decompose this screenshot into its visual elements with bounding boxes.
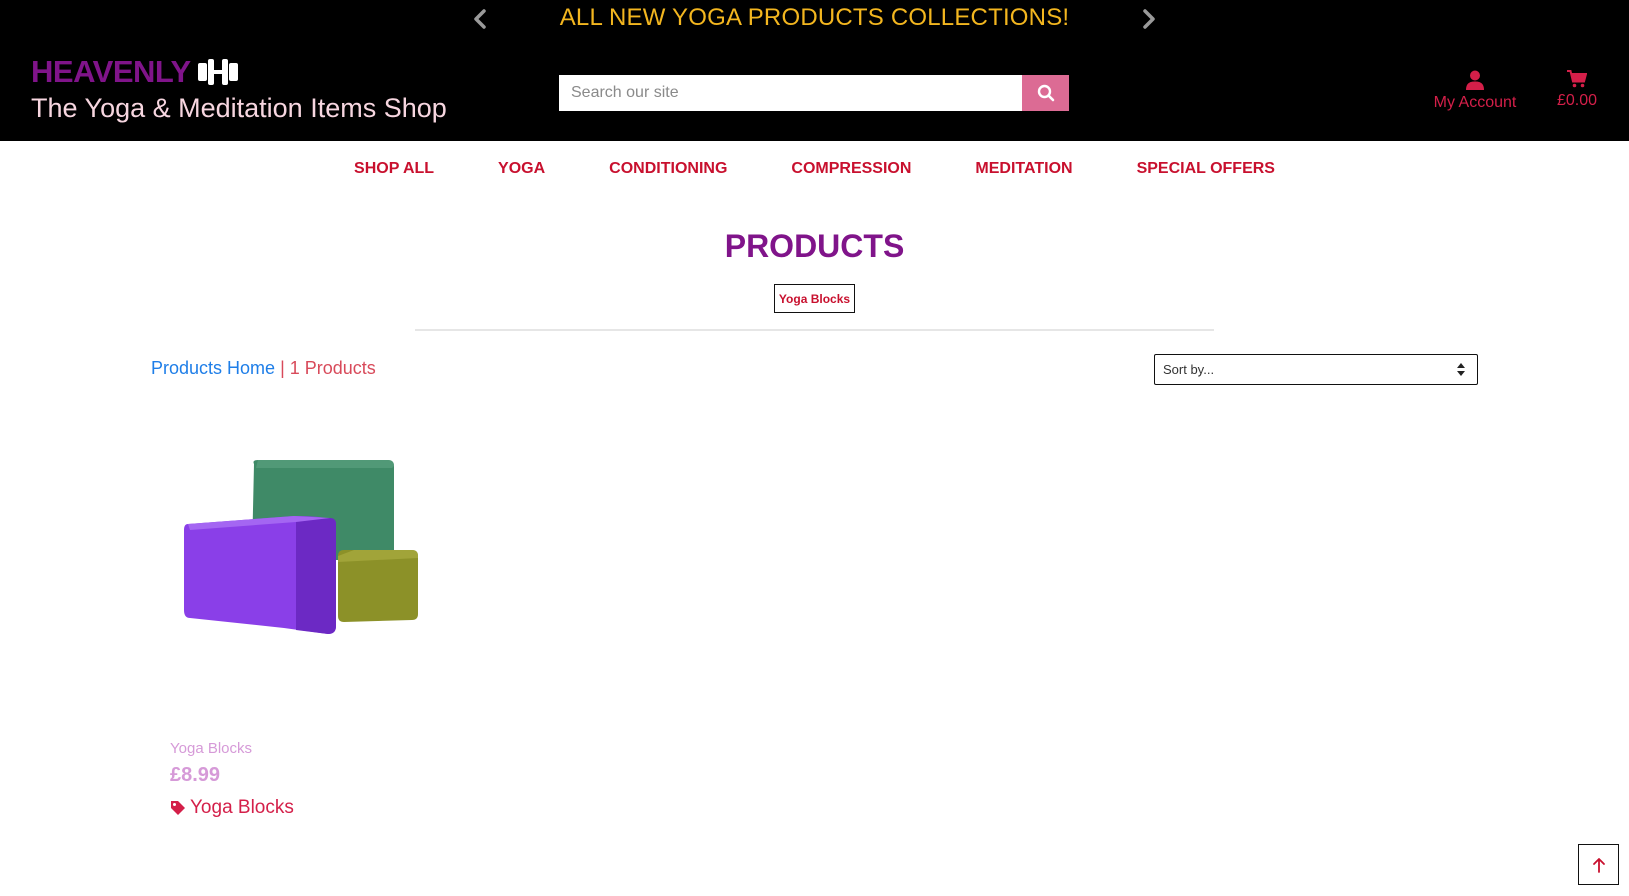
- products-home-link[interactable]: Products Home: [151, 358, 275, 378]
- cart-total: £0.00: [1556, 92, 1598, 109]
- tag-icon: [171, 801, 185, 815]
- arrow-up-icon: [1592, 857, 1605, 873]
- product-category-label: Yoga Blocks: [190, 797, 294, 818]
- brand-tagline: The Yoga & Meditation Items Shop: [31, 93, 447, 123]
- product-name-link[interactable]: Yoga Blocks: [170, 740, 252, 757]
- page-title: PRODUCTS: [724, 228, 905, 264]
- my-account-link[interactable]: My Account: [1425, 70, 1525, 112]
- brand-name-text: HEAVENLY: [31, 54, 191, 89]
- divider: [415, 329, 1214, 331]
- product-price: £8.99: [170, 764, 221, 786]
- promo-banner-text: ALL NEW YOGA PRODUCTS COLLECTIONS!: [559, 4, 1070, 31]
- site-header: ALL NEW YOGA PRODUCTS COLLECTIONS! HEAVE…: [0, 0, 1629, 141]
- my-account-label: My Account: [1433, 94, 1517, 111]
- breadcrumb-separator: |: [275, 358, 290, 378]
- category-filter-badge[interactable]: Yoga Blocks: [774, 284, 855, 313]
- nav-item-conditioning[interactable]: CONDITIONING: [577, 160, 759, 178]
- nav-item-special-offers[interactable]: SPECIAL OFFERS: [1105, 160, 1307, 178]
- product-image-yoga-blocks[interactable]: [176, 458, 436, 658]
- cart-icon: [1567, 70, 1587, 88]
- nav-item-shop-all[interactable]: SHOP ALL: [322, 160, 466, 178]
- search-input[interactable]: [559, 75, 1022, 111]
- shopping-cart-link[interactable]: £0.00: [1553, 70, 1601, 110]
- brand-name: HEAVENLY: [31, 54, 447, 90]
- search-button[interactable]: [1022, 75, 1069, 111]
- back-to-top-button[interactable]: [1578, 844, 1619, 885]
- sort-select-value: Sort by...: [1163, 362, 1215, 377]
- brand-logo-link[interactable]: HEAVENLY The Yoga & Meditation Items Sho…: [31, 54, 447, 125]
- banner-next-icon[interactable]: [1137, 8, 1159, 30]
- nav-item-compression[interactable]: COMPRESSION: [759, 160, 943, 178]
- sort-caret-icon: [1457, 363, 1465, 376]
- search-icon: [1037, 84, 1054, 102]
- user-icon: [1466, 70, 1484, 90]
- breadcrumb: Products Home | 1 Products: [151, 358, 376, 379]
- search-form: [559, 75, 1069, 111]
- product-category-link[interactable]: Yoga Blocks: [170, 797, 294, 819]
- dumbbell-icon: [197, 59, 238, 85]
- sort-select[interactable]: Sort by...: [1154, 354, 1478, 385]
- nav-item-yoga[interactable]: YOGA: [466, 160, 577, 178]
- main-nav: SHOP ALL YOGA CONDITIONING COMPRESSION M…: [0, 141, 1629, 197]
- nav-item-meditation[interactable]: MEDITATION: [943, 160, 1104, 178]
- product-count: 1 Products: [289, 358, 376, 378]
